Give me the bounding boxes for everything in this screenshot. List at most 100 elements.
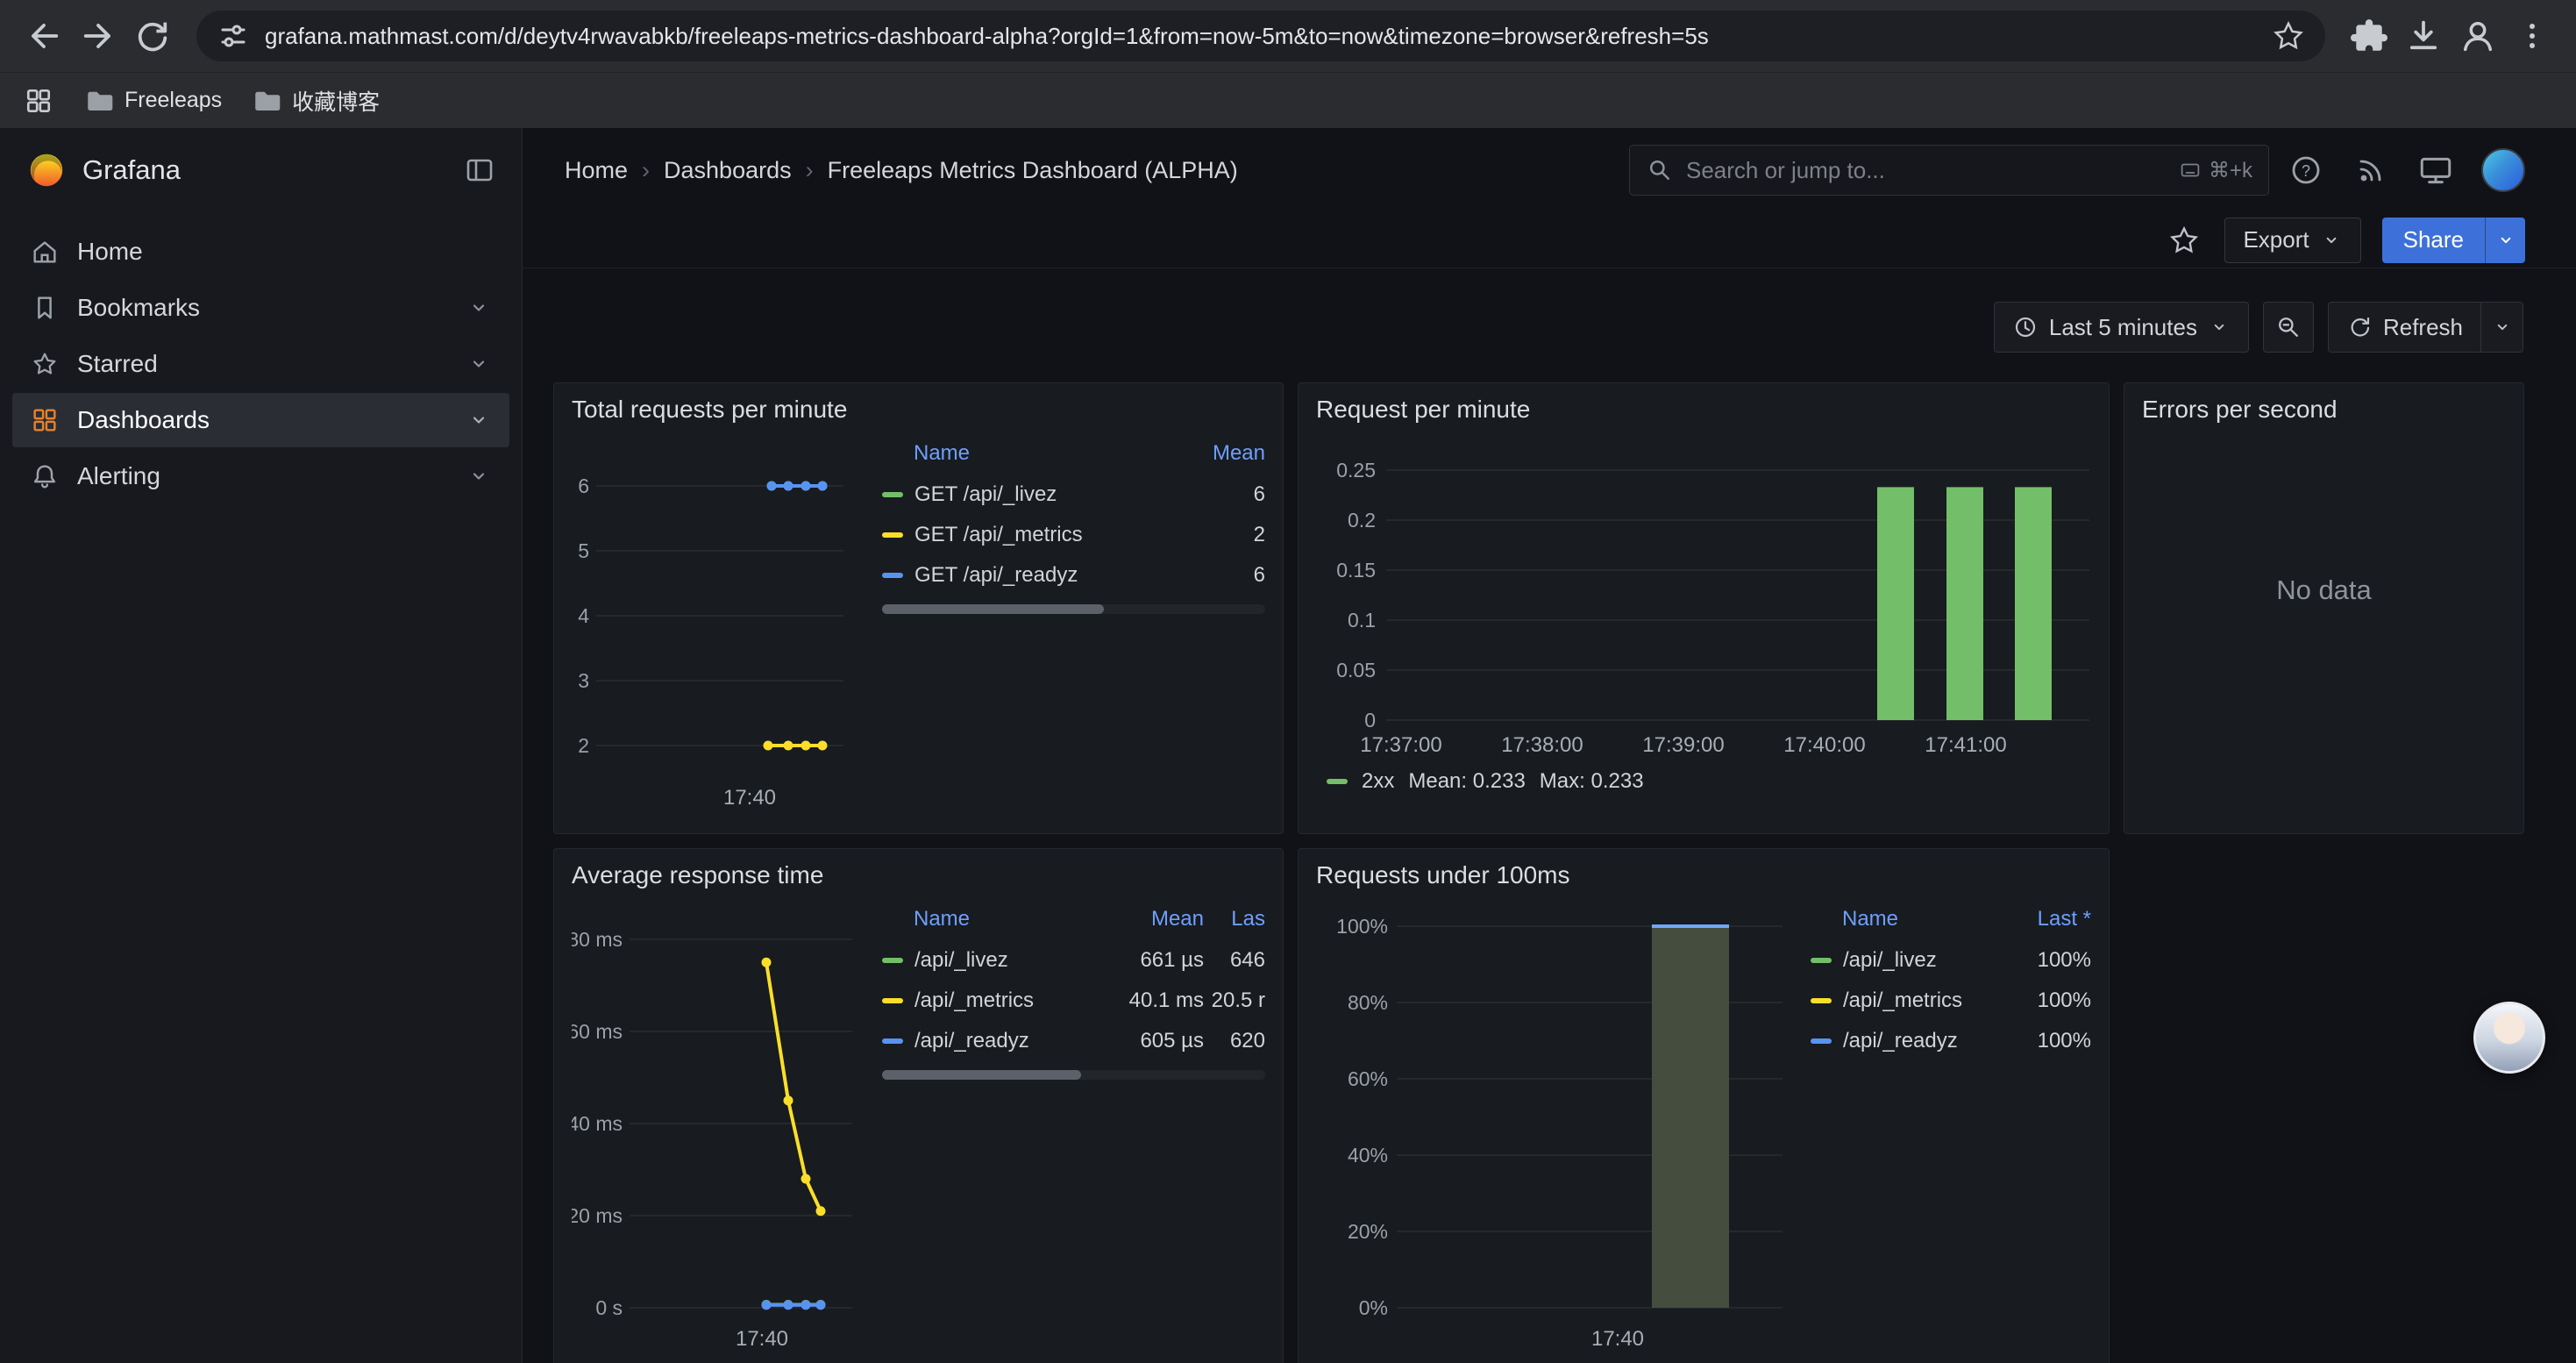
legend-table: Name Mean Las /api/_livez661 µs646/api/_… xyxy=(882,900,1265,1363)
sidebar-item-alerting[interactable]: Alerting xyxy=(12,449,509,503)
sidebar: Grafana Home Bookmarks Starred xyxy=(0,128,523,1363)
breadcrumb-dashboards[interactable]: Dashboards xyxy=(664,157,792,184)
bookmark-folder-blogs[interactable]: 收藏博客 xyxy=(252,85,380,117)
legend-row[interactable]: /api/_metrics40.1 ms20.5 r xyxy=(882,981,1265,1021)
svg-text:17:40:00: 17:40:00 xyxy=(1783,733,1865,757)
chevron-down-icon xyxy=(2494,229,2517,252)
menu-button[interactable] xyxy=(2508,11,2557,61)
series-swatch xyxy=(882,1038,903,1044)
share-button[interactable]: Share xyxy=(2382,218,2485,263)
series-name[interactable]: /api/_livez xyxy=(882,948,1099,973)
series-value: 620 xyxy=(1204,1029,1265,1053)
refresh-interval-caret[interactable] xyxy=(2481,302,2523,353)
svg-text:60 ms: 60 ms xyxy=(572,1020,623,1043)
series-name[interactable]: GET /api/_metrics xyxy=(882,523,1186,547)
legend-row[interactable]: GET /api/_readyz6 xyxy=(882,555,1265,596)
panel-avg-response-time: Average response time 80 ms60 ms40 ms20 … xyxy=(553,848,1284,1363)
share-button-group: Share xyxy=(2382,218,2525,263)
legend-row[interactable]: /api/_readyz605 µs620 xyxy=(882,1021,1265,1061)
panel-title[interactable]: Total requests per minute xyxy=(572,396,1265,424)
legend-row[interactable]: /api/_livez661 µs646 xyxy=(882,940,1265,981)
favorite-dashboard-button[interactable] xyxy=(2165,221,2203,260)
reload-button[interactable] xyxy=(128,11,177,61)
kiosk-button[interactable] xyxy=(2416,151,2455,189)
site-info-icon[interactable] xyxy=(216,18,251,54)
legend-row[interactable]: 2xx Mean: 0.233 Max: 0.233 xyxy=(1327,769,2091,794)
svg-text:17:37:00: 17:37:00 xyxy=(1360,733,1441,757)
back-button[interactable] xyxy=(19,11,68,61)
legend-col-last[interactable]: Last * xyxy=(2012,907,2091,931)
legend-scrollbar[interactable] xyxy=(882,1070,1265,1080)
series-name[interactable]: /api/_livez xyxy=(1811,948,2012,973)
series-value: 100% xyxy=(2012,1029,2091,1053)
svg-text:0 s: 0 s xyxy=(595,1296,623,1319)
panel-title[interactable]: Errors per second xyxy=(2142,396,2506,424)
share-caret-button[interactable] xyxy=(2485,218,2525,263)
sidebar-item-dashboards[interactable]: Dashboards xyxy=(12,393,509,447)
time-range-button[interactable]: Last 5 minutes xyxy=(1994,302,2249,353)
breadcrumb-home[interactable]: Home xyxy=(565,157,628,184)
chevron-down-icon xyxy=(2491,316,2514,339)
url-text[interactable]: grafana.mathmast.com/d/deytv4rwavabkb/fr… xyxy=(265,23,2257,50)
sidebar-collapse-icon[interactable] xyxy=(464,154,495,186)
series-value: 646 xyxy=(1204,948,1265,973)
sidebar-item-starred[interactable]: Starred xyxy=(12,337,509,391)
legend-row[interactable]: /api/_livez100% xyxy=(1811,940,2091,981)
series-name[interactable]: GET /api/_livez xyxy=(882,482,1186,507)
series-name[interactable]: GET /api/_readyz xyxy=(882,563,1186,588)
forward-button[interactable] xyxy=(74,11,123,61)
legend-row[interactable]: /api/_metrics100% xyxy=(1811,981,2091,1021)
svg-text:40 ms: 40 ms xyxy=(572,1112,623,1135)
kebab-menu-icon xyxy=(2515,18,2550,54)
panel-title[interactable]: Request per minute xyxy=(1316,396,2091,424)
refresh-button[interactable]: Refresh xyxy=(2328,302,2481,353)
url-bar[interactable]: grafana.mathmast.com/d/deytv4rwavabkb/fr… xyxy=(196,11,2325,61)
chevron-down-icon xyxy=(466,407,492,433)
profile-button[interactable] xyxy=(2453,11,2502,61)
chevron-down-icon xyxy=(2320,229,2343,252)
request-per-minute-chart: 0.250.20.150.10.05017:37:0017:38:0017:39… xyxy=(1316,431,2093,762)
legend-col-name[interactable]: Name xyxy=(882,441,1186,466)
legend-col-last[interactable]: Las xyxy=(1204,907,1265,931)
legend-table: Name Last * /api/_livez100%/api/_metrics… xyxy=(1811,900,2091,1363)
legend-col-name[interactable]: Name xyxy=(882,907,1099,931)
series-name[interactable]: /api/_readyz xyxy=(882,1029,1099,1053)
legend-table: Name Mean GET /api/_livez6GET /api/_metr… xyxy=(882,434,1265,815)
series-name[interactable]: /api/_readyz xyxy=(1811,1029,2012,1053)
panel-title[interactable]: Average response time xyxy=(572,861,1265,889)
svg-text:17:40: 17:40 xyxy=(1591,1327,1644,1351)
bookmark-label: 收藏博客 xyxy=(292,85,380,117)
zoom-out-button[interactable] xyxy=(2263,302,2314,353)
svg-text:0.1: 0.1 xyxy=(1348,609,1376,632)
downloads-button[interactable] xyxy=(2399,11,2448,61)
legend-col-mean[interactable]: Mean xyxy=(1186,441,1265,466)
search-input[interactable] xyxy=(1686,157,2167,184)
news-button[interactable] xyxy=(2352,151,2390,189)
bookmark-folder-freeleaps[interactable]: Freeleaps xyxy=(84,86,222,116)
svg-text:17:39:00: 17:39:00 xyxy=(1642,733,1724,757)
legend-row[interactable]: GET /api/_livez6 xyxy=(882,475,1265,515)
sidebar-item-bookmarks[interactable]: Bookmarks xyxy=(12,281,509,335)
series-name[interactable]: /api/_metrics xyxy=(882,988,1099,1013)
extensions-button[interactable] xyxy=(2345,11,2394,61)
search-shortcut: ⌘+k xyxy=(2179,158,2252,183)
legend-row[interactable]: GET /api/_metrics2 xyxy=(882,515,1265,555)
assistant-avatar[interactable] xyxy=(2473,1002,2545,1074)
svg-text:0%: 0% xyxy=(1359,1296,1388,1319)
series-name[interactable]: /api/_metrics xyxy=(1811,988,2012,1013)
search-box[interactable]: ⌘+k xyxy=(1629,145,2269,196)
series-swatch xyxy=(882,958,903,963)
apps-grid-icon[interactable] xyxy=(23,85,54,117)
legend-col-mean[interactable]: Mean xyxy=(1099,907,1204,931)
panel-title[interactable]: Requests under 100ms xyxy=(1316,861,2091,889)
series-swatch xyxy=(882,998,903,1003)
star-outline-icon xyxy=(2167,224,2201,257)
legend-col-name[interactable]: Name xyxy=(1811,907,2012,931)
sidebar-item-home[interactable]: Home xyxy=(12,225,509,279)
legend-row[interactable]: /api/_readyz100% xyxy=(1811,1021,2091,1061)
help-button[interactable]: ? xyxy=(2287,151,2325,189)
user-avatar[interactable] xyxy=(2481,148,2525,192)
bookmark-star-icon[interactable] xyxy=(2271,18,2306,54)
legend-scrollbar[interactable] xyxy=(882,604,1265,614)
export-button[interactable]: Export xyxy=(2224,218,2360,263)
